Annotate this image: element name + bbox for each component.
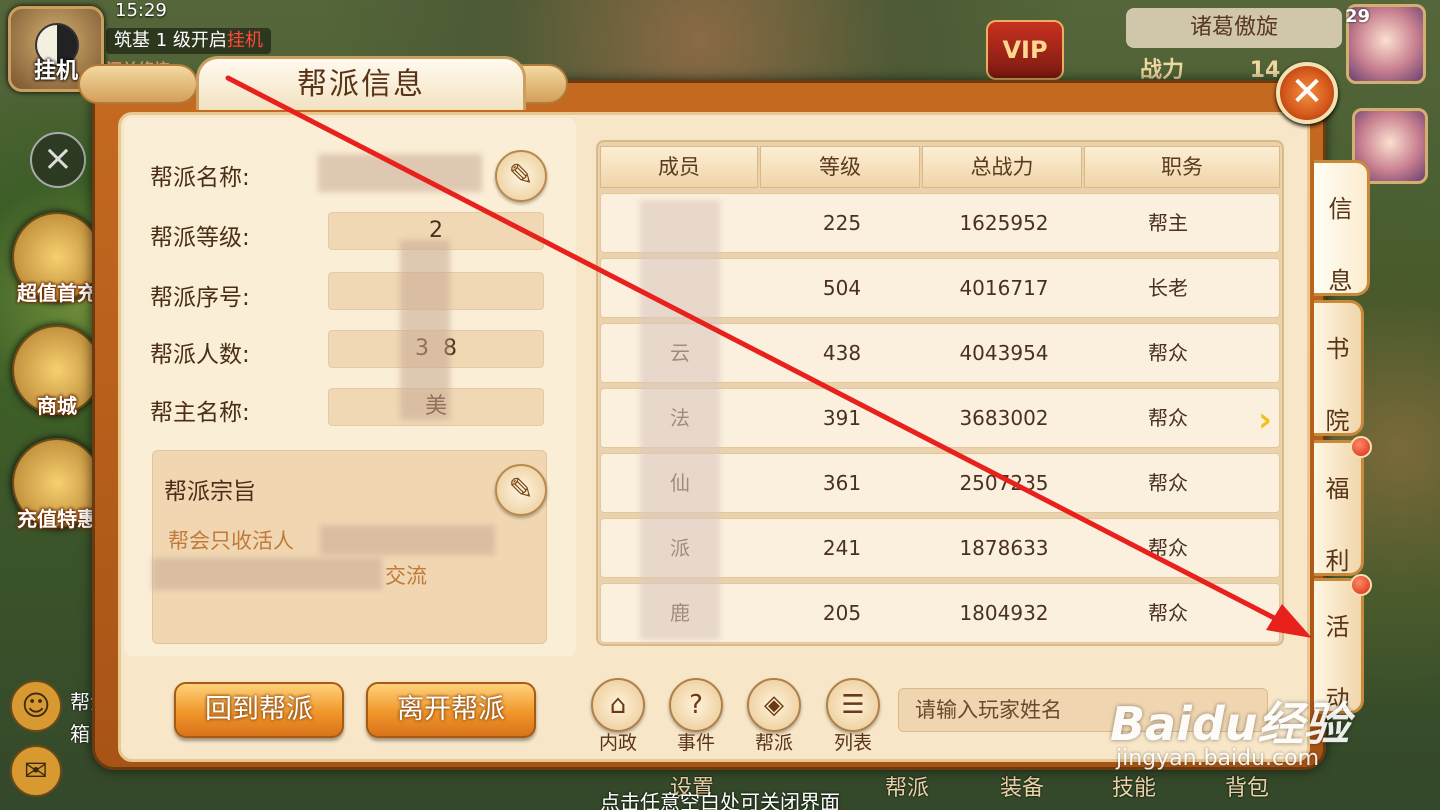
- field-label-members: 帮派人数:: [150, 342, 250, 368]
- tab-welfare-label: 福利: [1325, 475, 1350, 575]
- column-header-level: 等级: [760, 146, 920, 188]
- column-header-role: 职务: [1084, 146, 1280, 188]
- title-ornament-left: [78, 64, 198, 104]
- edit-goal-brush-icon[interactable]: ✎: [495, 464, 547, 516]
- tab-info[interactable]: 信息: [1314, 160, 1370, 296]
- close-icon[interactable]: ✕: [1276, 62, 1338, 124]
- chat-sub: 箱: [70, 722, 90, 746]
- guild-label[interactable]: 帮派: [734, 728, 814, 755]
- column-header-member: 成员: [600, 146, 758, 188]
- guild-goal-line2: 交流: [385, 564, 427, 588]
- member-role: 长老: [1148, 276, 1188, 300]
- blurred-values: [400, 240, 450, 420]
- first-recharge-button[interactable]: 超值首充: [12, 212, 102, 305]
- member-role: 帮众: [1148, 471, 1188, 495]
- member-role: 帮主: [1148, 211, 1188, 235]
- tab-academy[interactable]: 书院: [1314, 300, 1364, 436]
- list-label[interactable]: 列表: [813, 728, 893, 755]
- baidu-watermark: Baidu经验: [1110, 697, 1350, 751]
- unlock-tip-highlight: 挂机: [226, 30, 263, 51]
- member-role: 帮众: [1148, 536, 1188, 560]
- shop-button[interactable]: 商城: [12, 325, 102, 418]
- events-label[interactable]: 事件: [656, 728, 736, 755]
- admin-label[interactable]: 内政: [578, 728, 658, 755]
- admin-icon[interactable]: ⌂: [591, 678, 645, 732]
- member-power: 1804932: [959, 601, 1049, 625]
- member-level: 504: [822, 276, 862, 300]
- events-icon[interactable]: ?: [669, 678, 723, 732]
- member-level: 361: [822, 471, 862, 495]
- welfare-notification-dot: [1350, 436, 1372, 458]
- activity-notification-dot: [1350, 574, 1372, 596]
- member-level: 205: [822, 601, 862, 625]
- guild-icon[interactable]: ◈: [747, 678, 801, 732]
- edit-name-brush-icon[interactable]: ✎: [495, 150, 547, 202]
- game-screen: 15:29 挂机 筑基 1 级开启挂机 闭关修炼 × 超值首充 商城 充值特惠 …: [0, 0, 1440, 810]
- member-role: 帮众: [1148, 406, 1188, 430]
- blurred-member-names: [640, 200, 720, 640]
- clock: 15:29: [115, 0, 167, 21]
- panel-title: 帮派信息: [297, 67, 425, 102]
- blurred-goal-1: [320, 525, 495, 555]
- field-label-leader: 帮主名称:: [150, 400, 250, 426]
- leave-guild-button[interactable]: 离开帮派: [366, 682, 536, 738]
- player-level: 29: [1345, 6, 1371, 27]
- member-power: 2507235: [959, 471, 1049, 495]
- unlock-tip: 筑基 1 级开启挂机: [106, 28, 271, 54]
- tab-academy-label: 书院: [1325, 335, 1350, 435]
- guild-goal-line1: 帮会只收活人: [168, 529, 294, 553]
- panel-title-tab: 帮派信息: [196, 56, 526, 110]
- recharge-deal-button[interactable]: 充值特惠: [12, 438, 102, 531]
- member-level: 438: [822, 341, 862, 365]
- unlock-tip-text: 筑基 1 级开启: [114, 30, 227, 51]
- list-icon[interactable]: ☰: [826, 678, 880, 732]
- column-header-power: 总战力: [922, 146, 1082, 188]
- member-level: 241: [822, 536, 862, 560]
- tab-info-label: 信息: [1328, 195, 1353, 295]
- close-hint: 点击任意空白处可关闭界面: [600, 790, 840, 810]
- field-label-level: 帮派等级:: [150, 225, 250, 251]
- tab-welfare[interactable]: 福利: [1314, 440, 1364, 576]
- hud-close-icon[interactable]: ×: [30, 132, 86, 188]
- baidu-watermark-url: jingyan.baidu.com: [1116, 746, 1320, 771]
- member-role: 帮众: [1148, 601, 1188, 625]
- player-name: 诸葛傲旋: [1126, 8, 1342, 48]
- return-to-guild-button[interactable]: 回到帮派: [174, 682, 344, 738]
- member-level: 225: [822, 211, 862, 235]
- member-power: 4016717: [959, 276, 1049, 300]
- member-power: 3683002: [959, 406, 1049, 430]
- member-role: 帮众: [1148, 341, 1188, 365]
- member-power: 1878633: [959, 536, 1049, 560]
- guild-goal-title: 帮派宗旨: [164, 479, 256, 505]
- member-power: 4043954: [959, 341, 1049, 365]
- member-level: 391: [822, 406, 862, 430]
- vip-button[interactable]: VIP: [986, 20, 1064, 80]
- blurred-name: [318, 154, 482, 192]
- field-label-name: 帮派名称:: [150, 165, 250, 191]
- chevron-right-icon[interactable]: ›: [1258, 400, 1272, 440]
- chat-icon[interactable]: ☺: [10, 680, 62, 732]
- field-label-id: 帮派序号:: [150, 285, 250, 311]
- blurred-goal-2: [152, 558, 382, 590]
- member-power: 1625952: [959, 211, 1049, 235]
